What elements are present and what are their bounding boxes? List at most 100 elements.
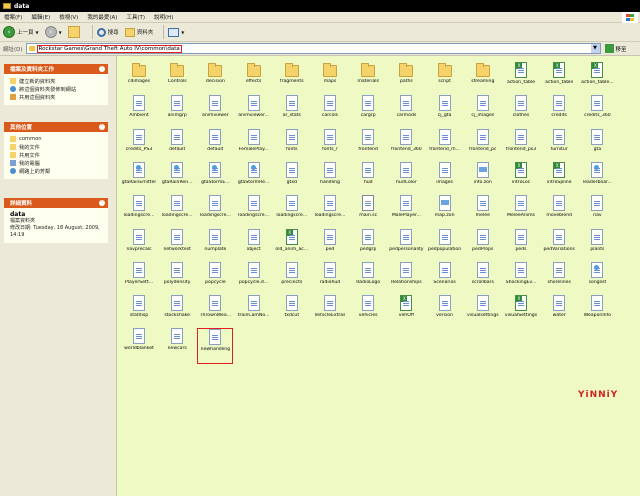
file-item[interactable]: nav [579,195,615,231]
file-item[interactable]: gtaStormRe... [236,161,272,198]
file-item[interactable]: hudColor [388,161,424,198]
folder-item[interactable]: Controls [159,62,195,98]
file-item[interactable]: loadingscre... [312,195,348,231]
collapse-icon[interactable]: ˄ [99,124,105,130]
file-item[interactable]: loadingscre... [236,195,272,231]
file-item[interactable]: numplate [197,228,233,265]
file-item[interactable]: VehicleExtras [312,295,348,331]
address-input[interactable]: Rockstar Games\Grand Theft Auto IV\commo… [25,43,601,54]
file-item[interactable]: loadingscre... [274,195,310,231]
file-item[interactable]: melee [465,195,501,231]
file-item[interactable]: loadingscre... [159,195,195,231]
place-my-documents[interactable]: 我的文件 [10,143,103,151]
file-item[interactable]: Ambient [121,95,157,131]
file-item[interactable]: cj_gta [427,95,463,131]
folders-button[interactable]: 資料夾 [124,27,153,37]
folder-item[interactable]: script [427,62,463,98]
file-item[interactable]: radiohud [312,261,348,298]
file-item[interactable]: gtaRainRen... [159,161,195,198]
place-my-computer[interactable]: 我的電腦 [10,159,103,167]
file-item[interactable]: default [197,128,233,165]
file-item[interactable]: popcycle [197,261,233,298]
place-shared-documents[interactable]: 共用文件 [10,151,103,159]
file-item[interactable]: RadioLogo [350,261,386,298]
file-item[interactable]: popcycle.d... [236,261,272,298]
file-item[interactable]: gtxd [274,161,310,198]
file-item[interactable]: Relationships [388,261,424,298]
file-item[interactable]: frontend_ps3 [503,128,539,165]
file-item[interactable]: MeleeAnims [503,195,539,231]
file-item[interactable]: handling [312,161,348,198]
details-header[interactable]: 詳細資料 ˄ [4,198,108,208]
file-item[interactable]: PlayerSett... [121,261,157,298]
menu-favorites[interactable]: 我的最愛(A) [87,13,117,21]
file-item[interactable]: frontend_m... [427,128,463,165]
file-item[interactable]: frontend [350,128,386,165]
file-item[interactable]: ped [312,228,348,265]
file-item[interactable]: navprecalc [121,228,157,265]
file-item[interactable]: stockshake [159,295,195,331]
file-item[interactable]: object [236,228,272,265]
file-item[interactable]: cargrp [350,95,386,131]
file-item[interactable]: trainCamNo... [236,295,272,331]
other-places-header[interactable]: 其他位置 ˄ [4,122,108,132]
up-folder-button[interactable] [67,26,82,38]
file-item[interactable]: gta [579,128,615,165]
file-item[interactable]: old_anim_ac... [274,228,310,265]
file-item[interactable]: Scenarios [427,261,463,298]
file-item[interactable]: visualsettings [465,295,501,331]
file-item[interactable]: credits_360 [579,95,615,131]
menu-help[interactable]: 說明(H) [154,13,173,21]
file-item[interactable]: map.zon [427,195,463,231]
folder-item[interactable]: cdimages [121,62,157,98]
menu-tools[interactable]: 工具(T) [126,13,145,21]
file-item[interactable]: animviewer... [236,95,272,131]
search-button[interactable]: 搜尋 [96,27,119,37]
file-item[interactable]: action_table [503,62,539,98]
file-item[interactable]: shorelines [541,261,577,298]
collapse-icon[interactable]: ˄ [99,66,105,72]
file-item[interactable]: introSpline [541,161,577,198]
tasks-panel-header[interactable]: 檔案及資料夾工作 ˄ [4,64,108,74]
file-item[interactable]: ar_stats [274,95,310,131]
menu-edit[interactable]: 編輯(E) [31,13,50,21]
forward-button[interactable]: › ▼ [44,26,62,38]
back-button[interactable]: ‹ 上一頁 ▼ [3,26,39,38]
file-item[interactable]: default [159,128,195,165]
file-item[interactable]: songlist [579,261,615,298]
folder-item[interactable]: decision [197,62,233,98]
file-item[interactable]: furnitur [541,128,577,165]
folder-item[interactable]: fragments [274,62,310,98]
address-dropdown-icon[interactable]: ▼ [590,44,600,53]
place-network[interactable]: 網路上的芳鄰 [10,167,103,175]
file-item[interactable]: WeaponInfo [579,295,615,331]
file-item[interactable]: carmods [388,95,424,131]
place-common[interactable]: common [10,135,103,143]
file-item[interactable]: main.sc [350,195,386,231]
file-item[interactable]: action_table... [579,62,615,98]
file-item[interactable]: visualSettings [503,295,539,331]
file-item[interactable]: pedProps [465,228,501,265]
menu-file[interactable]: 檔案(F) [4,13,22,21]
file-item[interactable]: loadingscre... [121,195,157,231]
file-item[interactable]: polydensity [159,261,195,298]
folder-item[interactable]: maps [312,62,348,98]
file-item[interactable]: peds [503,228,539,265]
file-item[interactable]: precincts [274,261,310,298]
file-item[interactable]: fonts [274,128,310,165]
file-item[interactable]: cj_images [465,95,501,131]
views-button[interactable]: ▼ [168,27,184,37]
file-item[interactable]: info.zon [465,161,501,198]
folder-item[interactable]: streaming [465,62,501,98]
menu-view[interactable]: 檢視(V) [59,13,78,21]
file-item[interactable]: pedgrp [350,228,386,265]
file-item[interactable]: credits_PS3 [121,128,157,165]
file-item[interactable]: gtaStormE... [197,161,233,198]
file-item[interactable]: plants [579,228,615,265]
file-item[interactable]: frontend_360 [388,128,424,165]
file-item[interactable]: worldblanket [121,328,157,364]
file-item[interactable]: animviewer [197,95,233,131]
file-item[interactable]: hud [350,161,386,198]
file-item[interactable]: gtaRainEmitter [121,161,157,198]
file-item[interactable]: vehicles [350,295,386,331]
